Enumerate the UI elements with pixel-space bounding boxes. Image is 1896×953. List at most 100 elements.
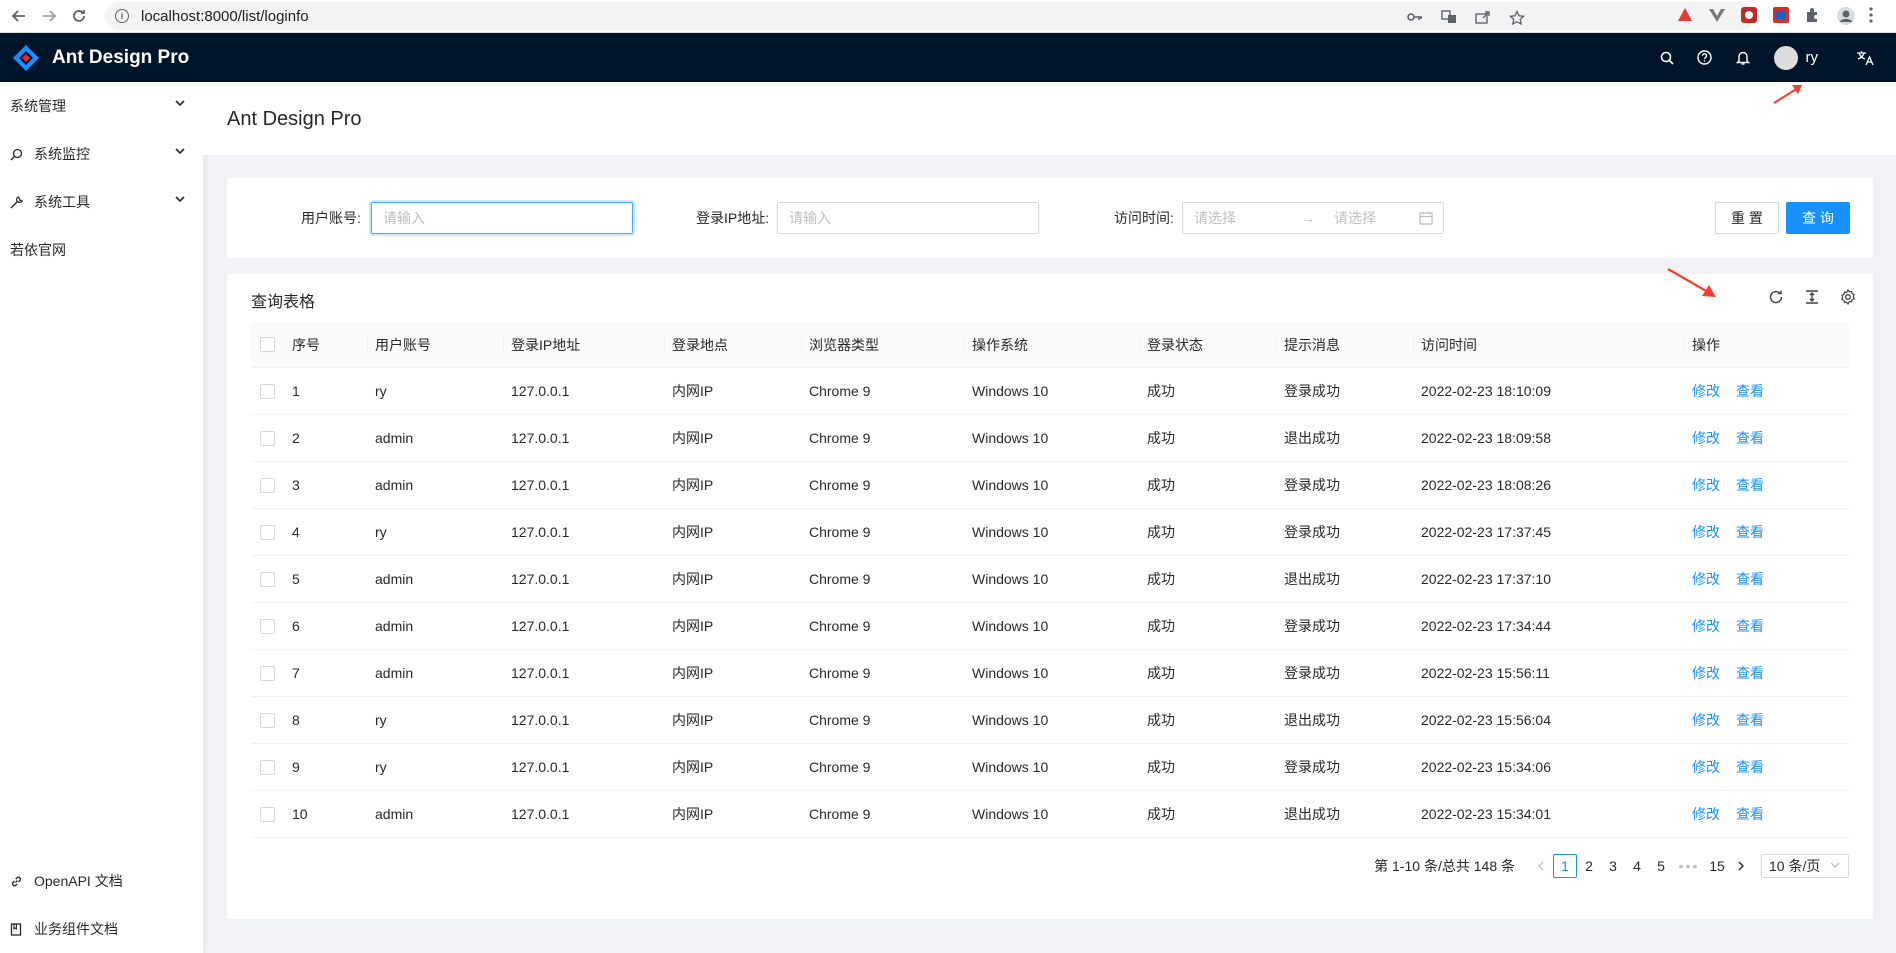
language-icon[interactable]	[1846, 50, 1884, 66]
page-item-last[interactable]: 15	[1705, 854, 1729, 878]
view-link[interactable]: 查看	[1736, 663, 1764, 683]
view-link[interactable]: 查看	[1736, 475, 1764, 495]
avatar[interactable]	[1773, 45, 1798, 70]
username[interactable]: ry	[1806, 49, 1819, 66]
edit-link[interactable]: 修改	[1692, 522, 1720, 542]
row-checkbox[interactable]	[260, 759, 275, 775]
edit-link[interactable]: 修改	[1692, 428, 1720, 448]
row-checkbox-cell	[251, 697, 284, 743]
extension-red-icon[interactable]	[1676, 6, 1694, 24]
reload-icon[interactable]	[1767, 288, 1785, 306]
row-checkbox[interactable]	[260, 383, 275, 399]
row-checkbox[interactable]	[260, 665, 275, 681]
back-icon[interactable]	[8, 5, 30, 27]
profile-icon[interactable]	[1836, 6, 1855, 25]
page-size-select[interactable]: 10 条/页	[1761, 854, 1849, 878]
extension-camera-icon[interactable]	[1740, 6, 1758, 24]
table-row[interactable]: 4 ry 127.0.0.1 内网IP Chrome 9 Windows 10 成功 登录成功…	[251, 509, 1849, 556]
sidebar-item-system-tools[interactable]: 系统工具	[0, 178, 203, 226]
next-page-icon[interactable]	[1729, 854, 1753, 878]
search-icon[interactable]	[1648, 51, 1686, 65]
row-checkbox[interactable]	[260, 524, 275, 540]
view-link[interactable]: 查看	[1736, 569, 1764, 589]
table-row[interactable]: 9 ry 127.0.0.1 内网IP Chrome 9 Windows 10 成功 登录成功…	[251, 744, 1849, 791]
translate-page-icon[interactable]	[1441, 10, 1457, 29]
sidebar-item-system-management[interactable]: 系统管理	[0, 82, 203, 130]
column-height-icon[interactable]	[1803, 288, 1821, 306]
sidebar-item-openapi-docs[interactable]: OpenAPI 文档	[0, 857, 203, 905]
setting-icon[interactable]	[1839, 288, 1857, 306]
extensions-puzzle-icon[interactable]	[1804, 6, 1822, 24]
site-info-icon[interactable]: i	[115, 9, 129, 23]
app-title[interactable]: Ant Design Pro	[52, 47, 189, 69]
column-header: 登录地点	[664, 322, 801, 367]
edit-link[interactable]: 修改	[1692, 757, 1720, 777]
logo-icon[interactable]	[12, 44, 40, 72]
address-bar[interactable]: i localhost:8000/list/loginfo	[105, 2, 1755, 30]
page-jump-next[interactable]: •••	[1673, 854, 1705, 878]
share-icon[interactable]	[1475, 10, 1491, 29]
key-icon[interactable]	[1407, 10, 1423, 29]
row-checkbox[interactable]	[260, 430, 275, 446]
table-row[interactable]: 2 admin 127.0.0.1 内网IP Chrome 9 Windows 10 成功 退…	[251, 415, 1849, 462]
table-row[interactable]: 5 admin 127.0.0.1 内网IP Chrome 9 Windows 10 成功 退…	[251, 556, 1849, 603]
forward-icon[interactable]	[38, 5, 60, 27]
table-cell: 127.0.0.1	[511, 383, 570, 399]
page-item-1[interactable]: 1	[1553, 854, 1577, 878]
bookmark-star-icon[interactable]	[1508, 9, 1526, 29]
table-row[interactable]: 1 ry 127.0.0.1 内网IP Chrome 9 Windows 10 成功 登录成功…	[251, 368, 1849, 415]
sidebar-item-ruoyi-site[interactable]: 若依官网	[0, 226, 203, 274]
select-all-checkbox[interactable]	[260, 337, 275, 352]
view-link[interactable]: 查看	[1736, 757, 1764, 777]
row-checkbox[interactable]	[260, 806, 275, 822]
table-cell: 登录成功	[1284, 524, 1340, 540]
edit-link[interactable]: 修改	[1692, 381, 1720, 401]
row-checkbox[interactable]	[260, 477, 275, 493]
edit-link[interactable]: 修改	[1692, 475, 1720, 495]
range-end-placeholder[interactable]: 请选择	[1323, 208, 1433, 228]
table-row[interactable]: 7 admin 127.0.0.1 内网IP Chrome 9 Windows 10 成功 登…	[251, 650, 1849, 697]
view-link[interactable]: 查看	[1736, 428, 1764, 448]
view-link[interactable]: 查看	[1736, 710, 1764, 730]
query-button[interactable]: 查 询	[1786, 202, 1850, 234]
sidebar-item-system-monitor[interactable]: 系统监控	[0, 130, 203, 178]
column-header: 操作系统	[964, 322, 1139, 367]
user-account-input[interactable]	[371, 202, 633, 234]
sidebar-item-component-docs[interactable]: 业务组件文档	[0, 905, 203, 953]
edit-link[interactable]: 修改	[1692, 616, 1720, 636]
edit-link[interactable]: 修改	[1692, 804, 1720, 824]
row-checkbox[interactable]	[260, 712, 275, 728]
page-item-5[interactable]: 5	[1649, 854, 1673, 878]
table-row[interactable]: 3 admin 127.0.0.1 内网IP Chrome 9 Windows 10 成功 登…	[251, 462, 1849, 509]
table-row[interactable]: 8 ry 127.0.0.1 内网IP Chrome 9 Windows 10 成功 退出成功…	[251, 697, 1849, 744]
edit-link[interactable]: 修改	[1692, 710, 1720, 730]
edit-link[interactable]: 修改	[1692, 663, 1720, 683]
access-time-range-picker[interactable]: 请选择 → 请选择	[1182, 202, 1444, 234]
reload-icon[interactable]	[68, 5, 90, 27]
view-link[interactable]: 查看	[1736, 804, 1764, 824]
prev-page-icon[interactable]	[1529, 854, 1553, 878]
bell-icon[interactable]	[1724, 50, 1762, 65]
browser-menu-icon[interactable]	[1868, 6, 1886, 24]
sidebar-item-label: OpenAPI 文档	[34, 873, 123, 889]
table-row[interactable]: 6 admin 127.0.0.1 内网IP Chrome 9 Windows 10 成功 登…	[251, 603, 1849, 650]
extension-vue-icon[interactable]	[1708, 6, 1726, 24]
range-start-placeholder[interactable]: 请选择	[1183, 208, 1293, 228]
page-item-4[interactable]: 4	[1625, 854, 1649, 878]
edit-link[interactable]: 修改	[1692, 569, 1720, 589]
table-cell: 成功	[1147, 571, 1175, 587]
row-checkbox[interactable]	[260, 618, 275, 634]
table-row[interactable]: 10 admin 127.0.0.1 内网IP Chrome 9 Windows 10 成功…	[251, 791, 1849, 838]
row-checkbox[interactable]	[260, 571, 275, 587]
view-link[interactable]: 查看	[1736, 381, 1764, 401]
login-ip-input[interactable]	[777, 202, 1039, 234]
column-header: 访问时间	[1413, 322, 1684, 367]
view-link[interactable]: 查看	[1736, 616, 1764, 636]
reset-button[interactable]: 重 置	[1715, 202, 1779, 234]
page-item-3[interactable]: 3	[1601, 854, 1625, 878]
page-item-2[interactable]: 2	[1577, 854, 1601, 878]
view-link[interactable]: 查看	[1736, 522, 1764, 542]
help-icon[interactable]	[1686, 50, 1724, 65]
row-checkbox-cell	[251, 368, 284, 414]
extension-fe-icon[interactable]	[1772, 6, 1790, 24]
